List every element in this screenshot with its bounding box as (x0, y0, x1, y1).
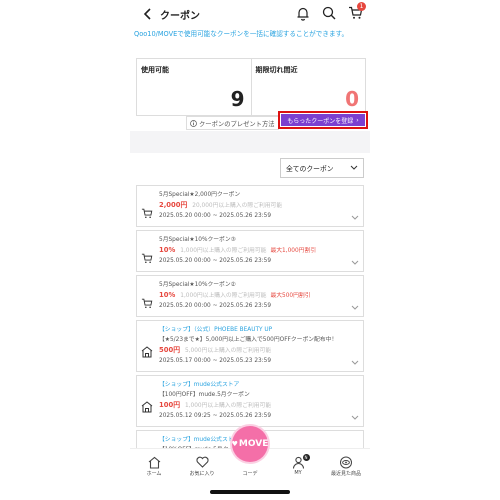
coupon-condition: 20,000円以上購入の際ご利用可能 (192, 203, 283, 209)
coupon-price: 10% (159, 246, 176, 254)
back-icon[interactable] (138, 4, 156, 24)
filter-selected-label: 全てのクーポン (286, 165, 334, 173)
coupon-price: 10% (159, 291, 176, 299)
chevron-down-icon[interactable] (351, 295, 359, 314)
coupon-price: 500円 (159, 346, 180, 354)
new-badge: N (302, 454, 310, 461)
coupon-card[interactable]: 5月Special★2,000円クーポン 2,000円 20,000円以上購入の際… (136, 185, 364, 227)
coupon-condition: 1,000円以上購入の際ご利用可能 (180, 293, 267, 299)
stat-expiring[interactable]: 期限切れ間近 0 (250, 59, 366, 115)
coupon-name: 5月Special★2,000円クーポン (159, 192, 241, 198)
move-logo: MOVE (238, 439, 269, 449)
chevron-right-icon: › (356, 116, 359, 124)
tab-label: 最近見た商品 (330, 471, 361, 477)
chevron-down-icon[interactable] (351, 205, 359, 224)
coupon-price-row: 10% 1,000円以上購入の際ご利用可能 最大500円割引 (159, 290, 363, 301)
coupon-list: 5月Special★2,000円クーポン 2,000円 20,000円以上購入の際… (136, 185, 364, 464)
gift-method-button[interactable]: クーポンのプレゼント方法 (186, 116, 279, 130)
coupon-price-row: 100円 1,000円以上購入の際ご利用可能 (159, 400, 363, 411)
coupon-period: 2025.05.12 09:25 ~ 2025.05.26 23:59 (159, 413, 272, 419)
coupon-price-row: 2,000円 20,000円以上購入の際ご利用可能 (159, 200, 363, 211)
coupon-price: 2,000円 (159, 201, 188, 209)
home-indicator (210, 490, 290, 494)
register-coupon-button[interactable]: もらったクーポンを登録 › (278, 111, 368, 129)
coupon-period: 2025.05.20 00:00 ~ 2025.05.26 23:59 (159, 303, 272, 309)
stat-value: 0 (345, 87, 359, 111)
eye-icon (339, 454, 353, 470)
coupon-max-discount: 最大500円割引 (270, 293, 311, 299)
chevron-down-icon[interactable] (351, 350, 359, 369)
tab-favorites[interactable]: お気に入り (178, 449, 226, 487)
coupon-condition: 1,000円以上購入の際ご利用可能 (185, 403, 272, 409)
register-coupon-label: もらったクーポンを登録 (287, 117, 354, 125)
coupon-period: 2025.05.20 00:00 ~ 2025.05.26 23:59 (159, 258, 272, 264)
stat-label: 使用可能 (141, 66, 169, 74)
coupon-price-row: 10% 1,000円以上購入の際ご利用可能 最大1,000円割引 (159, 245, 363, 256)
coupon-period: 2025.05.20 00:00 ~ 2025.05.26 23:59 (159, 213, 272, 219)
tab-my[interactable]: N MY (274, 449, 322, 487)
coupon-shop: 【ショップ】（公式）PHOEBE BEAUTY UP (159, 327, 273, 333)
coupon-condition: 1,000円以上購入の際ご利用可能 (180, 248, 267, 254)
cart-icon (141, 294, 153, 309)
coupon-filter-select[interactable]: 全てのクーポン (280, 158, 364, 178)
heart-icon (195, 454, 209, 470)
chevron-down-icon[interactable] (351, 405, 359, 424)
stat-label: 期限切れ間近 (255, 66, 298, 74)
tab-label: ホーム (146, 471, 162, 477)
coupon-stats: 使用可能 9 期限切れ間近 0 (136, 58, 366, 116)
coupon-condition: 5,000円以上購入の際ご利用可能 (185, 348, 272, 354)
search-icon[interactable] (320, 4, 338, 22)
info-text: Qoo10/MOVEで使用可能なクーポンを一括に確認することができます。 (134, 30, 349, 38)
header-icons: 1 (294, 2, 366, 22)
coupon-text: 5月Special★10%クーポン③ 10% 1,000円以上購入の際ご利用可能最… (159, 231, 363, 266)
coupon-text: 【ショップ】（公式）PHOEBE BEAUTY UP 【★5/23まで★】5,0… (159, 321, 363, 366)
tab-label-coordinate: コーデ (242, 471, 258, 477)
tab-home[interactable]: ホーム (130, 449, 178, 487)
chevron-down-icon (350, 164, 358, 172)
user-icon: N (292, 454, 310, 470)
coupon-text: 【ショップ】mude公式ストア 【100円OFF】mude.5月クーポン 100… (159, 376, 363, 421)
coupon-period: 2025.05.17 00:00 ~ 2025.05.23 23:59 (159, 358, 272, 364)
shop-icon (141, 343, 153, 358)
move-heart-icon: ♥ (231, 440, 238, 448)
tab-recently-viewed[interactable]: 最近見た商品 (322, 449, 370, 487)
coupon-text: 5月Special★10%クーポン② 10% 1,000円以上購入の際ご利用可能最… (159, 276, 363, 311)
tab-label: MY (294, 470, 302, 476)
coupon-name: 【★5/23まで★】5,000円以上ご購入で500円OFFクーポン配布中！ (159, 337, 338, 343)
coupon-card[interactable]: 【ショップ】（公式）PHOEBE BEAUTY UP 【★5/23まで★】5,0… (136, 320, 364, 372)
register-coupon-inner: もらったクーポンを登録 › (281, 114, 365, 126)
coupon-max-discount: 最大1,000円割引 (270, 248, 317, 254)
cart-icon (141, 249, 153, 264)
stat-available[interactable]: 使用可能 9 (137, 59, 251, 115)
coupon-name: 【100円OFF】mude.5月クーポン (159, 392, 250, 398)
coupon-card[interactable]: 5月Special★10%クーポン③ 10% 1,000円以上購入の際ご利用可能最… (136, 230, 364, 272)
move-button[interactable]: ♥ MOVE (232, 426, 268, 462)
coupon-name: 5月Special★10%クーポン② (159, 282, 236, 288)
tab-label: お気に入り (189, 471, 215, 477)
coupon-text: 5月Special★2,000円クーポン 2,000円 20,000円以上購入の際… (159, 186, 363, 221)
coupon-card[interactable]: 5月Special★10%クーポン② 10% 1,000円以上購入の際ご利用可能最… (136, 275, 364, 317)
cart-badge: 1 (357, 2, 366, 11)
cart-icon (141, 204, 153, 219)
home-icon (148, 454, 161, 470)
bell-icon[interactable] (294, 4, 312, 22)
header: クーポン 1 (130, 0, 370, 28)
coupon-price: 100円 (159, 401, 180, 409)
gift-method-label: クーポンのプレゼント方法 (199, 120, 275, 128)
page-title: クーポン (160, 10, 200, 22)
shop-icon (141, 398, 153, 413)
coupon-screen: クーポン 1 Qoo10/MOVEで使用可能なクーポンを一括に確認することができ… (130, 0, 370, 500)
coupon-shop: 【ショップ】mude公式ストア (159, 382, 240, 388)
coupon-card[interactable]: 【ショップ】mude公式ストア 【100円OFF】mude.5月クーポン 100… (136, 375, 364, 427)
coupon-price-row: 500円 5,000円以上購入の際ご利用可能 (159, 345, 363, 356)
section-divider (130, 131, 370, 153)
stat-value: 9 (230, 87, 245, 111)
info-icon (190, 119, 197, 127)
chevron-down-icon[interactable] (351, 250, 359, 269)
coupon-name: 5月Special★10%クーポン③ (159, 237, 236, 243)
cart-icon[interactable]: 1 (346, 2, 366, 22)
